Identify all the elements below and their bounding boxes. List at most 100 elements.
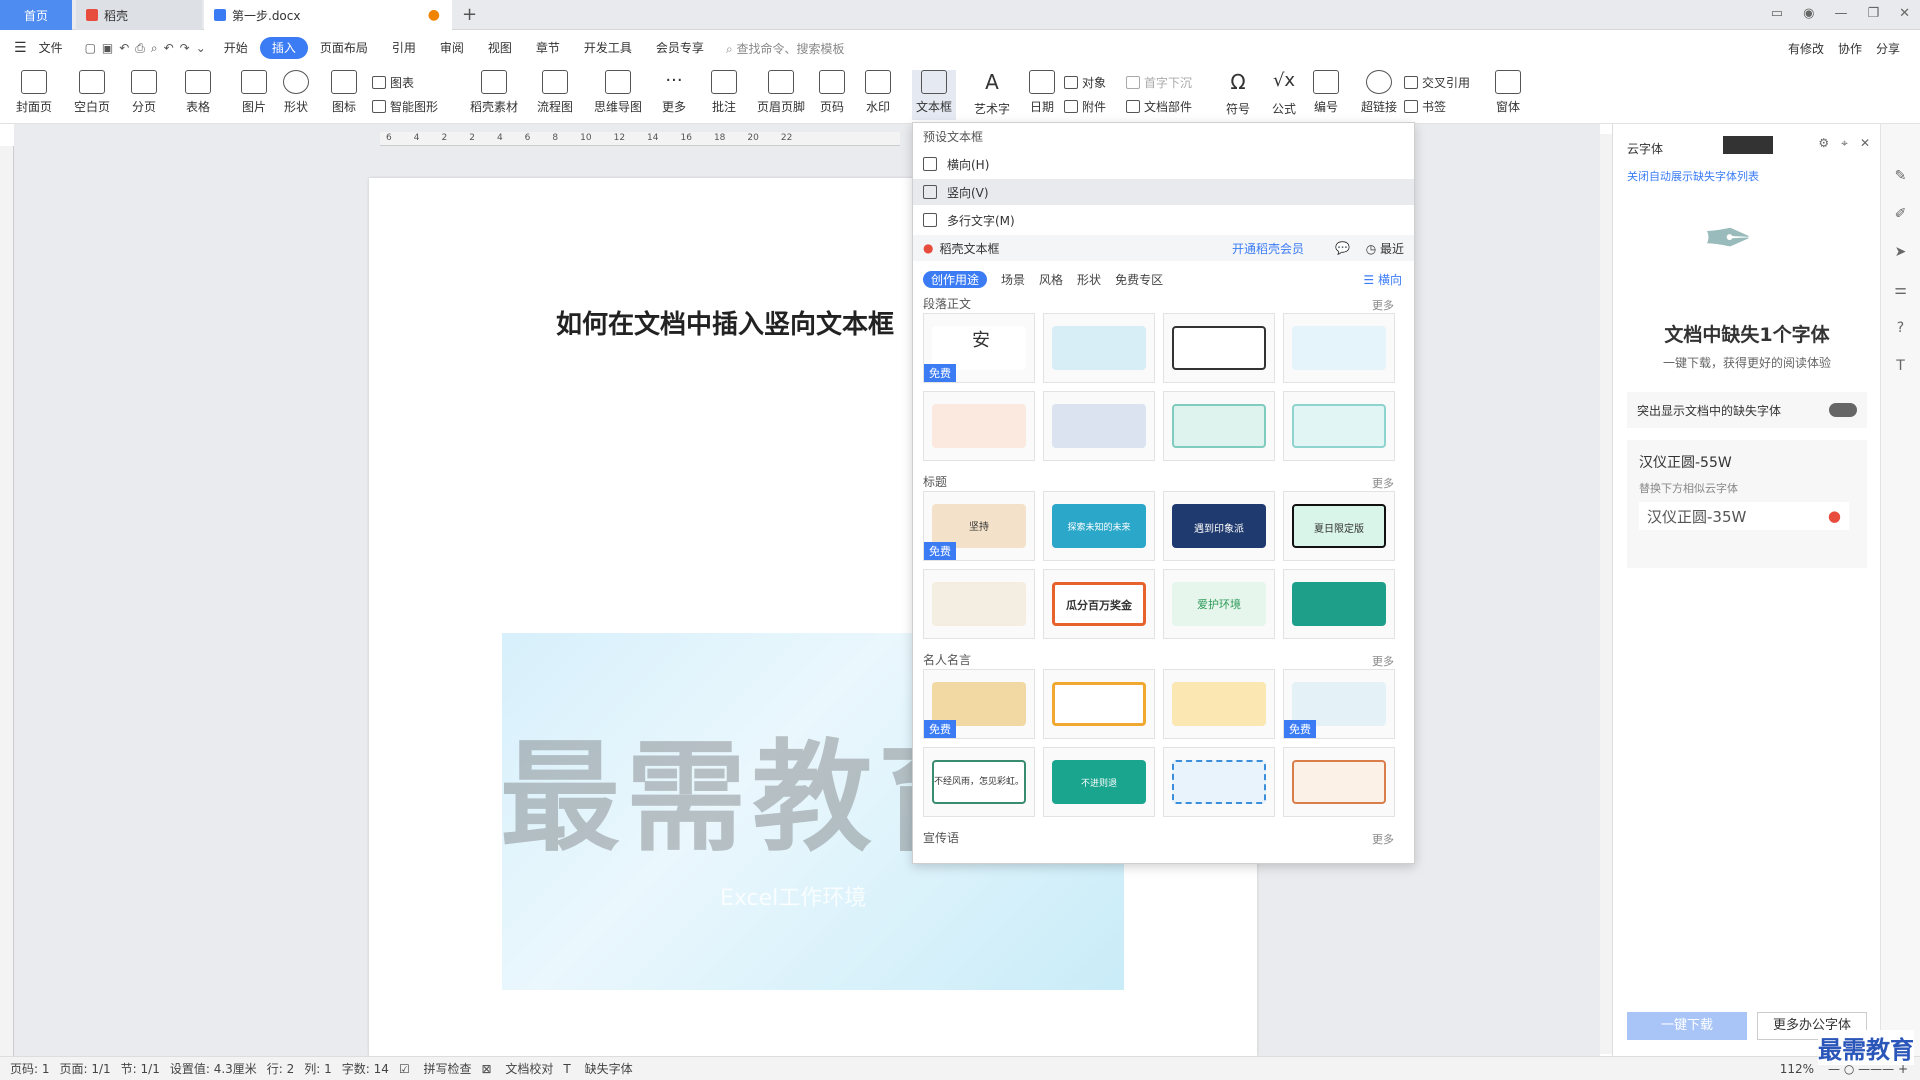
textbox-vertical[interactable]: 竖向(V) bbox=[913, 179, 1414, 205]
template-thumb[interactable]: 安免费 bbox=[923, 313, 1035, 383]
modified-button[interactable]: 有修改 bbox=[1788, 40, 1824, 57]
form-button[interactable]: 窗体 bbox=[1486, 70, 1530, 115]
dropcap-button[interactable]: 首字下沉 bbox=[1126, 74, 1192, 91]
template-thumb[interactable] bbox=[923, 569, 1035, 639]
menu-view[interactable]: 视图 bbox=[476, 37, 524, 59]
comment-button[interactable]: 批注 bbox=[702, 70, 746, 115]
template-thumb[interactable]: 探索未知的未来 bbox=[1043, 491, 1155, 561]
page-break-button[interactable]: 分页 bbox=[122, 70, 166, 115]
settings-icon[interactable]: ⚙ bbox=[1818, 136, 1829, 151]
bookmark-button[interactable]: 书签 bbox=[1404, 98, 1446, 115]
template-thumb[interactable]: 爱护环境 bbox=[1163, 569, 1275, 639]
panel-close-icon[interactable]: ✕ bbox=[1860, 136, 1870, 151]
template-thumb[interactable] bbox=[1283, 391, 1395, 461]
sidebar-help-icon[interactable]: ? bbox=[1897, 320, 1904, 336]
mindmap-button[interactable]: 思维导图 bbox=[590, 70, 646, 115]
template-thumb[interactable] bbox=[1163, 391, 1275, 461]
object-button[interactable]: 对象 bbox=[1064, 74, 1106, 91]
tab-daoke[interactable]: 稻壳 bbox=[76, 0, 202, 30]
menu-insert[interactable]: 插入 bbox=[259, 37, 308, 59]
subtab-scene[interactable]: 场景 bbox=[1001, 271, 1025, 288]
shape-button[interactable]: 形状 bbox=[274, 70, 318, 115]
collab-button[interactable]: 协作 bbox=[1838, 40, 1862, 57]
template-thumb[interactable]: 遇到印象派 bbox=[1163, 491, 1275, 561]
template-thumb[interactable] bbox=[1283, 569, 1395, 639]
textbox-multiline[interactable]: 多行文字(M) bbox=[913, 207, 1414, 233]
subtab-style[interactable]: 风格 bbox=[1039, 271, 1063, 288]
status-page[interactable]: 页码: 1 bbox=[10, 1060, 50, 1077]
template-thumb[interactable] bbox=[1163, 669, 1275, 739]
textbox-button[interactable]: 文本框 bbox=[912, 70, 956, 120]
date-button[interactable]: 日期 bbox=[1020, 70, 1064, 115]
horizontal-ruler[interactable]: 6 4 2 2 4 6 8 10 12 14 16 18 20 22 bbox=[380, 132, 900, 146]
template-thumb[interactable] bbox=[923, 391, 1035, 461]
chart-button[interactable]: 图表 bbox=[372, 74, 414, 91]
chat-icon[interactable]: 💬 bbox=[1335, 241, 1350, 255]
numbering-button[interactable]: 编号 bbox=[1304, 70, 1348, 115]
template-thumb[interactable] bbox=[1163, 313, 1275, 383]
spell-check-button[interactable]: ☑ 拼写检查 bbox=[399, 1060, 472, 1077]
subtab-free[interactable]: 免费专区 bbox=[1115, 271, 1163, 288]
hyperlink-button[interactable]: 超链接 bbox=[1354, 70, 1404, 115]
recent-button[interactable]: ◷ 最近 bbox=[1366, 240, 1404, 257]
textbox-horizontal[interactable]: 横向(H) bbox=[913, 151, 1414, 177]
pin-icon[interactable]: ⌖ bbox=[1841, 136, 1848, 151]
template-thumb[interactable] bbox=[1283, 313, 1395, 383]
status-row[interactable]: 行: 2 bbox=[267, 1060, 295, 1077]
icon-button[interactable]: 图标 bbox=[322, 70, 366, 115]
status-setting[interactable]: 设置值: 4.3厘米 bbox=[170, 1060, 257, 1077]
vertical-scrollbar[interactable] bbox=[1600, 134, 1612, 1054]
cover-page-button[interactable]: 封面页 bbox=[12, 70, 56, 115]
template-thumb[interactable]: 夏日限定版 bbox=[1283, 491, 1395, 561]
template-thumb[interactable]: 瓜分百万奖金 bbox=[1043, 569, 1155, 639]
sidebar-edit-icon[interactable]: ✐ bbox=[1895, 206, 1907, 222]
menu-chapter[interactable]: 章节 bbox=[524, 37, 572, 59]
more-button[interactable]: ··· 更多 bbox=[652, 70, 696, 115]
status-pages[interactable]: 页面: 1/1 bbox=[60, 1060, 111, 1077]
subtab-purpose[interactable]: 创作用途 bbox=[923, 271, 988, 288]
sidebar-settings-icon[interactable]: ⚌ bbox=[1894, 282, 1907, 298]
restore-icon[interactable]: ❐ bbox=[1867, 6, 1879, 21]
layout-icon[interactable]: ▭ bbox=[1771, 6, 1783, 21]
missing-font-button[interactable]: T 缺失字体 bbox=[563, 1060, 632, 1077]
blank-page-button[interactable]: 空白页 bbox=[70, 70, 114, 115]
menu-review[interactable]: 审阅 bbox=[428, 37, 476, 59]
template-thumb[interactable]: 不经风雨，怎见彩虹。 bbox=[923, 747, 1035, 817]
panel-title[interactable]: 云字体 bbox=[1627, 140, 1663, 157]
more-paragraph[interactable]: 更多 bbox=[1372, 297, 1394, 313]
download-button[interactable]: 一键下载 bbox=[1627, 1012, 1747, 1040]
page-number-button[interactable]: 页码 bbox=[810, 70, 854, 115]
formula-button[interactable]: √x 公式 bbox=[1262, 70, 1306, 117]
template-thumb[interactable]: 免费 bbox=[923, 669, 1035, 739]
status-words[interactable]: 字数: 14 bbox=[342, 1060, 389, 1077]
header-footer-button[interactable]: 页眉页脚 bbox=[754, 70, 808, 115]
minimize-icon[interactable]: — bbox=[1834, 6, 1847, 21]
template-thumb[interactable] bbox=[1043, 313, 1155, 383]
document-title[interactable]: 如何在文档中插入竖向文本框 bbox=[556, 304, 894, 341]
new-tab-button[interactable]: + bbox=[462, 4, 477, 25]
symbol-button[interactable]: Ω 符号 bbox=[1216, 70, 1260, 117]
status-col[interactable]: 列: 1 bbox=[304, 1060, 332, 1077]
wordart-button[interactable]: A 艺术字 bbox=[970, 70, 1014, 117]
more-quotes[interactable]: 更多 bbox=[1372, 653, 1394, 669]
replace-font-option[interactable]: 汉仪正圆-35W ● bbox=[1639, 502, 1849, 530]
template-thumb[interactable] bbox=[1043, 391, 1155, 461]
picture-button[interactable]: 图片 bbox=[232, 70, 276, 115]
more-title[interactable]: 更多 bbox=[1372, 475, 1394, 491]
flowchart-button[interactable]: 流程图 bbox=[530, 70, 580, 115]
subtab-shape[interactable]: 形状 bbox=[1077, 271, 1101, 288]
sidebar-select-icon[interactable]: ➤ bbox=[1895, 244, 1907, 260]
template-thumb[interactable] bbox=[1283, 747, 1395, 817]
menu-start[interactable]: 开始 bbox=[212, 37, 260, 59]
status-section[interactable]: 节: 1/1 bbox=[121, 1060, 160, 1077]
template-thumb[interactable] bbox=[1163, 747, 1275, 817]
zoom-level[interactable]: 112% bbox=[1780, 1062, 1814, 1076]
template-thumb[interactable]: 坚持 免费 bbox=[923, 491, 1035, 561]
smart-graphic-button[interactable]: 智能图形 bbox=[372, 98, 438, 115]
orientation-toggle[interactable]: ☰ 横向 bbox=[1363, 271, 1402, 288]
menu-vip[interactable]: 会员专享 bbox=[644, 37, 716, 59]
template-thumb[interactable] bbox=[1043, 669, 1155, 739]
watermark-button[interactable]: 水印 bbox=[856, 70, 900, 115]
share-button[interactable]: 分享 bbox=[1876, 40, 1900, 57]
search-input[interactable]: ⌕ 查找命令、搜索模板 bbox=[726, 40, 845, 57]
